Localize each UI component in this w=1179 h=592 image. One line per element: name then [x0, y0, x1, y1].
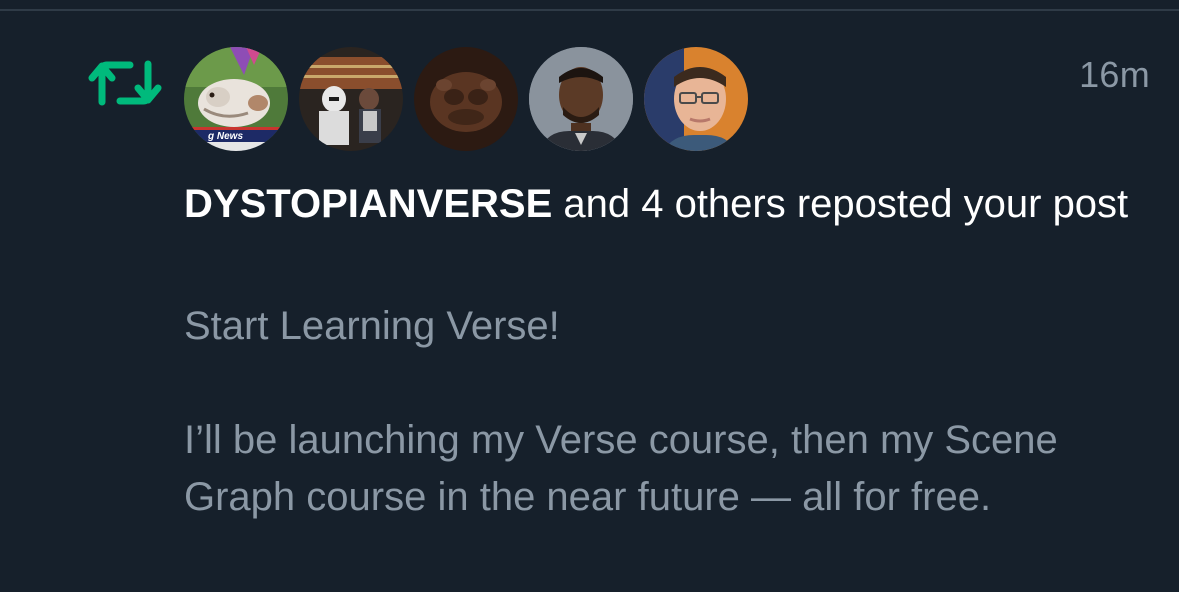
man-glasses-avatar[interactable]: [644, 47, 748, 151]
timestamp[interactable]: 16m: [1079, 54, 1150, 96]
actor-name[interactable]: DYSTOPIANVERSE: [184, 182, 552, 226]
post-title: Start Learning Verse!: [184, 304, 560, 348]
divider: [0, 9, 1179, 11]
notification-headline[interactable]: DYSTOPIANVERSE and 4 others reposted you…: [184, 176, 1154, 233]
cat-news-avatar[interactable]: g News: [184, 47, 288, 151]
repost-icon: [88, 60, 162, 106]
action-text: and 4 others reposted your post: [552, 182, 1129, 226]
post-preview[interactable]: Start Learning Verse! I’ll be launching …: [184, 298, 1154, 526]
creature-avatar[interactable]: [414, 47, 518, 151]
repost-notification[interactable]: g News 16m DYSTOPIANVERSE and 4 others r…: [0, 0, 1179, 592]
post-body: I’ll be launching my Verse course, then …: [184, 418, 1058, 519]
man-portrait-avatar[interactable]: [529, 47, 633, 151]
svg-text:g News: g News: [207, 131, 243, 142]
stormtroopers-avatar[interactable]: [299, 47, 403, 151]
